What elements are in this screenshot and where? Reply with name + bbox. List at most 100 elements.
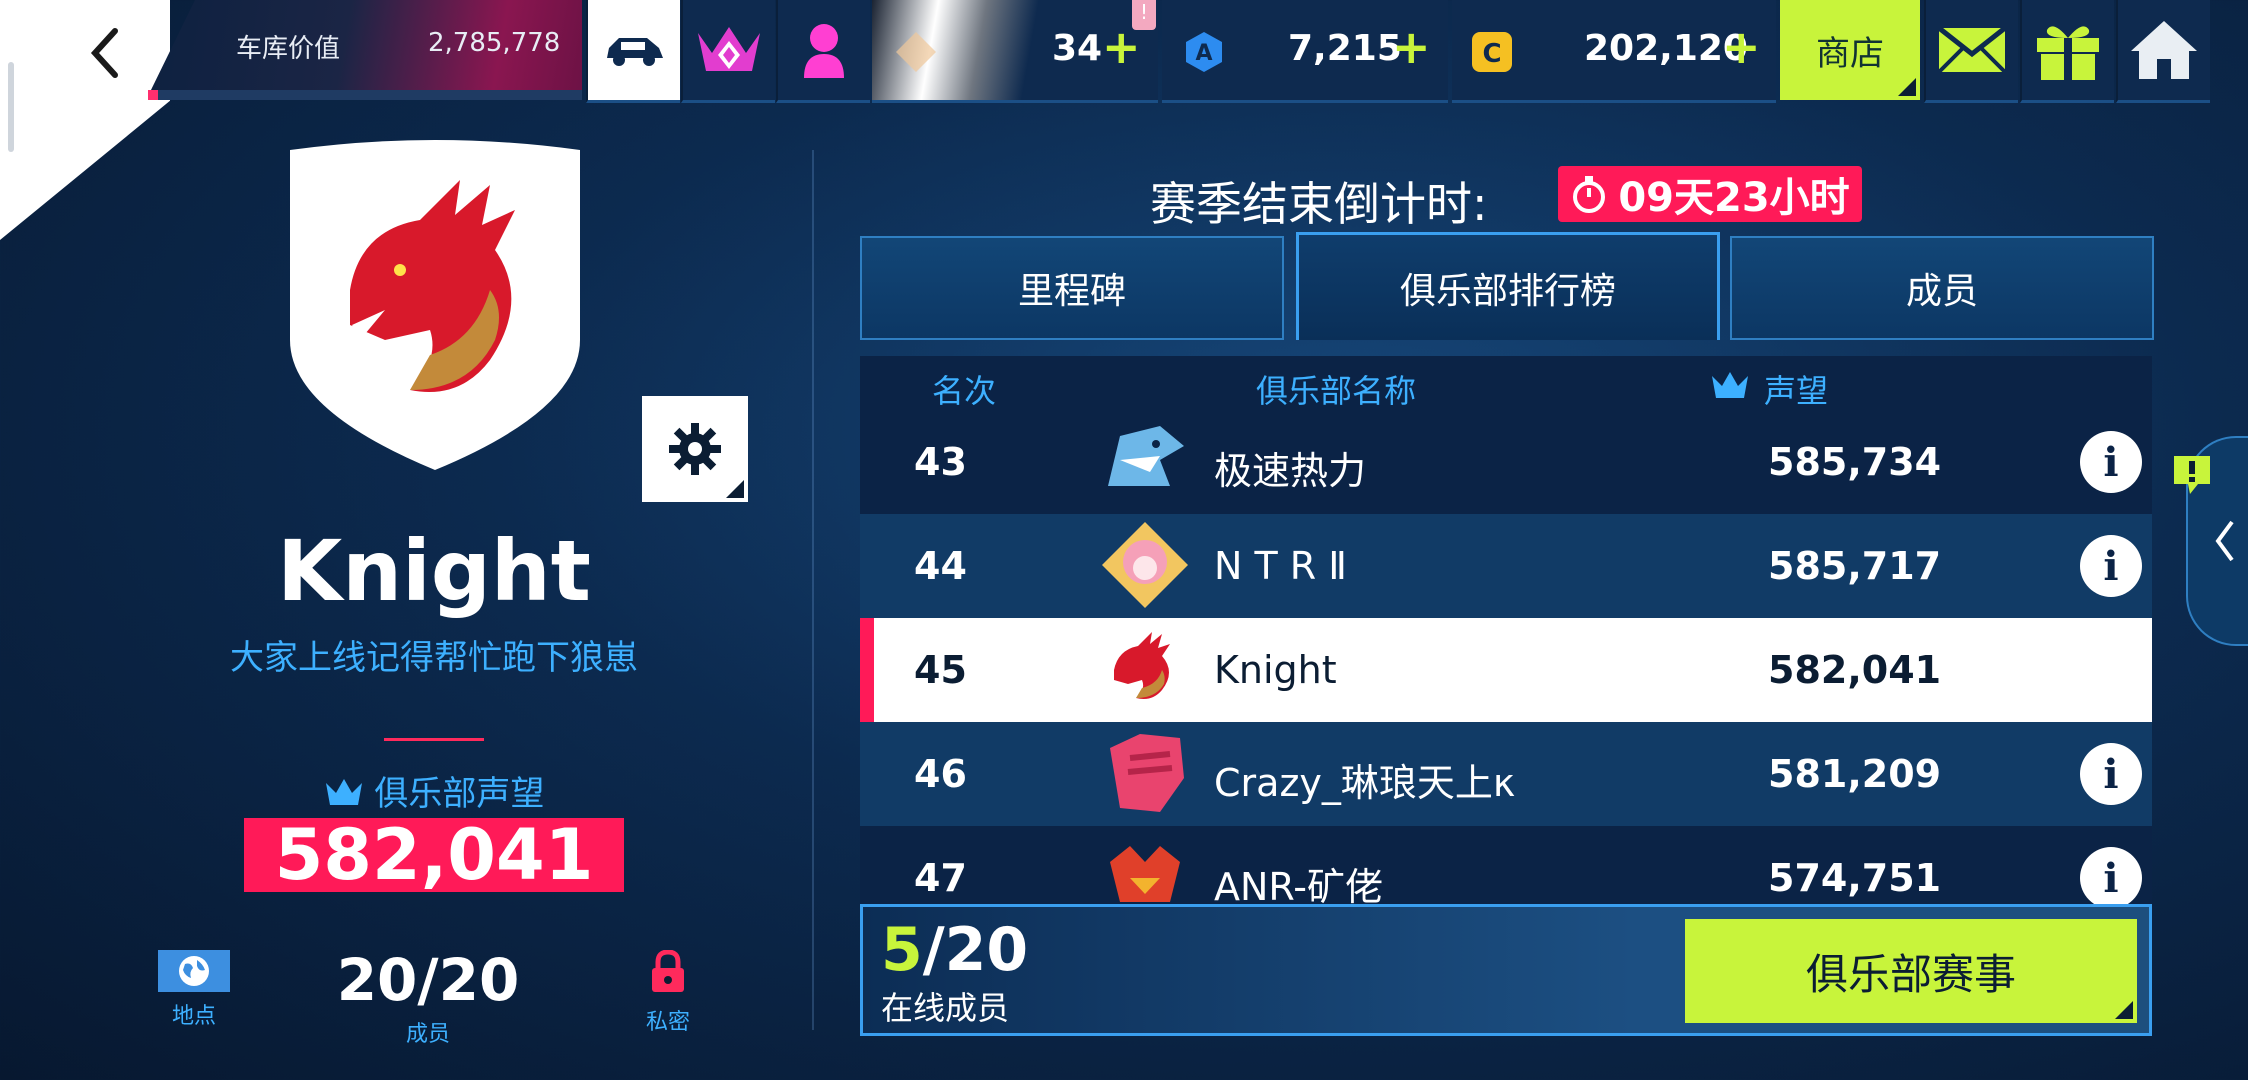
row-club-name: ANR-矿佬 <box>1214 865 1383 904</box>
crown-diamond-icon <box>698 27 760 71</box>
gift-icon <box>2037 26 2099 80</box>
season-countdown-badge: 09天23小时 <box>1558 166 1862 222</box>
row-rank: 43 <box>914 440 967 484</box>
token-icon <box>894 30 938 78</box>
svg-text:C: C <box>1482 39 1501 69</box>
online-now: 5 <box>881 915 923 985</box>
tab-members[interactable]: 成员 <box>1730 236 2154 340</box>
header-prestige: 声望 <box>1764 372 1829 410</box>
user-icon <box>804 24 844 78</box>
row-club-name: N T R Ⅱ <box>1214 544 1347 588</box>
chevron-left-icon <box>2215 520 2234 562</box>
club-motto: 大家上线记得帮忙跑下狼崽 <box>230 638 638 678</box>
club-logo-girl <box>1100 520 1190 610</box>
row-score: 582,041 <box>1768 648 1942 692</box>
garage-value-amount: 2,785,778 <box>428 28 561 58</box>
row-score: 585,717 <box>1768 544 1942 588</box>
crown-icon <box>325 779 362 805</box>
club-info-button[interactable]: i <box>2080 743 2142 805</box>
leaderboard-row[interactable]: 44 N T R Ⅱ 585,717 i <box>860 514 2152 618</box>
stopwatch-icon <box>1573 176 1606 213</box>
season-countdown-value: 09天23小时 <box>1618 175 1850 221</box>
profile-button[interactable] <box>776 0 870 103</box>
garage-progress-bar <box>148 90 582 100</box>
privacy-stat: 私密 <box>558 949 778 1036</box>
row-rank: 46 <box>914 752 967 796</box>
header-club-name: 俱乐部名称 <box>1256 372 1417 410</box>
credits-add-button[interactable]: + <box>1722 20 1761 74</box>
tab-milestones[interactable]: 里程碑 <box>860 236 1284 340</box>
lock-icon <box>652 949 684 992</box>
online-members-count: 5/20 <box>881 915 1028 985</box>
row-score: 585,734 <box>1768 440 1942 484</box>
row-club-name: Crazy_琳琅天上κ <box>1214 761 1516 805</box>
tab-club-leaderboard[interactable]: 俱乐部排行榜 <box>1296 232 1720 340</box>
row-score: 574,751 <box>1768 856 1942 900</box>
section-divider <box>384 738 484 741</box>
settings-button[interactable] <box>642 396 748 502</box>
side-grip <box>8 62 14 152</box>
shop-button[interactable]: 商店 <box>1780 0 1920 100</box>
season-countdown-label: 赛季结束倒计时: <box>1150 177 1488 231</box>
location-stat[interactable]: 地点 <box>84 950 304 1030</box>
location-label: 地点 <box>171 1004 216 1029</box>
club-prestige-value: 582,041 <box>244 818 624 892</box>
own-club-marker <box>860 618 874 722</box>
car-icon <box>607 38 663 66</box>
club-logo-anr <box>1100 832 1190 904</box>
members-label: 成员 <box>405 1022 450 1047</box>
leaderboard-row-own-club[interactable]: 45 Knight 582,041 <box>860 618 2152 722</box>
gift-button[interactable] <box>2020 0 2114 103</box>
row-rank: 45 <box>914 648 967 692</box>
members-count: 20/20 <box>336 946 520 1014</box>
gear-icon <box>669 423 721 475</box>
club-info-button[interactable]: i <box>2080 431 2142 493</box>
garage-progress-fill <box>148 90 158 100</box>
globe-icon <box>179 956 209 986</box>
garage-car-button[interactable] <box>586 0 680 103</box>
back-button[interactable] <box>60 10 150 96</box>
row-club-name: 极速热力 <box>1214 449 1367 493</box>
token-add-button[interactable]: + <box>1102 20 1141 74</box>
location-flag <box>158 950 230 992</box>
club-emblem <box>290 140 580 470</box>
club-info-button[interactable]: i <box>2080 847 2142 904</box>
legend-pass-button[interactable] <box>681 0 775 103</box>
online-members-label: 在线成员 <box>881 989 1010 1027</box>
club-info-button[interactable]: i <box>2080 535 2142 597</box>
corner-marker <box>2115 1001 2133 1019</box>
club-logo-dragon <box>1100 624 1190 714</box>
club-logo-shark <box>1100 416 1190 506</box>
crown-icon <box>1710 370 1750 404</box>
club-events-button[interactable]: 俱乐部赛事 <box>1685 919 2137 1023</box>
shop-label: 商店 <box>1816 33 1884 74</box>
club-events-label: 俱乐部赛事 <box>1805 949 2016 999</box>
alert-icon <box>2168 452 2216 498</box>
home-icon <box>2131 21 2197 79</box>
corner-marker <box>1898 78 1916 96</box>
row-score: 581,209 <box>1768 752 1942 796</box>
leaderboard-row[interactable]: 46 Crazy_琳琅天上κ 581,209 i <box>860 722 2152 826</box>
club-logo-glove <box>1100 728 1190 818</box>
mail-button[interactable] <box>1924 0 2018 103</box>
svg-text:A: A <box>1195 41 1212 66</box>
members-stat: 20/20 成员 <box>318 950 538 1048</box>
row-rank: 44 <box>914 544 967 588</box>
leaderboard-row[interactable]: 47 ANR-矿佬 574,751 i <box>860 826 2152 904</box>
club-name: Knight <box>277 522 591 620</box>
blueprints-add-button[interactable]: + <box>1392 20 1431 74</box>
credits-icon: C <box>1470 30 1514 78</box>
blueprints-count: 7,215 <box>1288 28 1402 69</box>
leaderboard-row[interactable]: 43 极速热力 585,734 i <box>860 410 2152 514</box>
home-button[interactable] <box>2116 0 2210 103</box>
blueprint-icon: A <box>1182 30 1226 78</box>
mail-icon <box>1937 26 2007 74</box>
corner-marker <box>726 480 744 498</box>
club-prestige-text: 俱乐部声望 <box>374 774 545 814</box>
leaderboard-table: 名次 俱乐部名称 声望 43 极速热力 585,734 i 44 N T R Ⅱ… <box>860 356 2152 904</box>
club-footer-bar: 5/20 在线成员 俱乐部赛事 <box>860 904 2152 1036</box>
row-rank: 47 <box>914 856 967 900</box>
privacy-label: 私密 <box>645 1010 690 1035</box>
row-club-name: Knight <box>1214 648 1337 692</box>
header-rank: 名次 <box>932 372 997 410</box>
